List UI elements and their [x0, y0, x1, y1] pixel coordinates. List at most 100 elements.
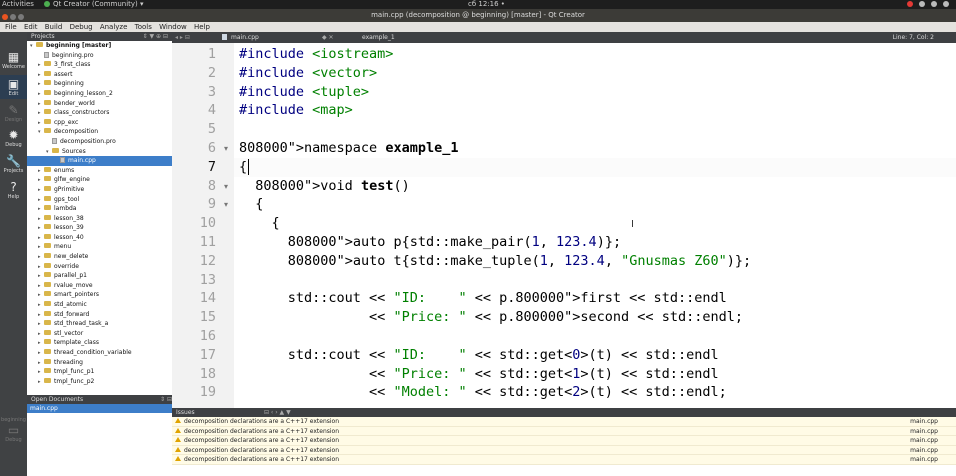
tree-item[interactable]: ▸ tmpl_func_p1 [27, 367, 172, 377]
tree-item[interactable]: ▸ override [27, 262, 172, 272]
open-documents-title[interactable]: Open Documents [31, 396, 83, 403]
tree-item[interactable]: ▸ cpp_exc [27, 118, 172, 128]
tree-item[interactable]: ▸ smart_pointers [27, 290, 172, 300]
issue-row[interactable]: decomposition declarations are a C++17 e… [172, 436, 956, 446]
code-line[interactable]: 808000">auto p{std::make_pair(1, 123.4)}… [239, 234, 621, 250]
code-line[interactable]: { [239, 158, 250, 175]
tree-item[interactable]: ▸ std_atomic [27, 300, 172, 310]
tree-item[interactable]: ▸ class_constructors [27, 108, 172, 118]
code-line[interactable]: << "Model: " << std::get<2>(t) << std::e… [239, 384, 727, 400]
menu-window[interactable]: Window [159, 23, 187, 31]
tree-item[interactable]: ▸ beginning_lesson_2 [27, 89, 172, 99]
tree-item[interactable]: ▸ assert [27, 70, 172, 80]
tree-item[interactable]: ▸ menu [27, 242, 172, 252]
fold-marker-icon[interactable]: ▾ [224, 200, 228, 209]
pane-controls[interactable]: ⇕ ▼ ⊕ ⊟ [143, 32, 168, 41]
folder-icon [44, 176, 51, 182]
tree-item[interactable]: ▸ glfw_engine [27, 175, 172, 185]
tree-item[interactable]: main.cpp [27, 156, 172, 166]
tree-item[interactable]: ▸ std_thread_task_a [27, 319, 172, 329]
tree-item-label: gPrimitive [54, 185, 85, 193]
open-document-item[interactable]: main.cpp [27, 404, 172, 413]
tree-item[interactable]: ▸ new_delete [27, 252, 172, 262]
activities-button[interactable]: Activities [2, 0, 34, 9]
tree-item[interactable]: beginning.pro [27, 51, 172, 61]
fold-marker-icon[interactable]: ▾ [224, 144, 228, 153]
file-selector[interactable]: main.cpp [222, 32, 259, 43]
tree-item[interactable]: ▾ Sources [27, 147, 172, 157]
tree-item[interactable]: ▾ beginning [master] [27, 41, 172, 51]
code-line[interactable]: std::cout << "ID: " << p.800000">first <… [239, 290, 727, 306]
mode-welcome[interactable]: ▦ Welcome [0, 50, 27, 70]
mode-design[interactable]: ✎ Design [0, 103, 27, 123]
projects-pane-title[interactable]: Projects [31, 33, 55, 40]
menu-edit[interactable]: Edit [24, 23, 38, 31]
code-line[interactable]: 808000">auto t{std::make_tuple(1, 123.4,… [239, 253, 751, 269]
mode-help[interactable]: ? Help [0, 180, 27, 200]
code-line[interactable]: #include <map> [239, 102, 353, 118]
code-line[interactable]: << "Price: " << p.800000">second << std:… [239, 309, 743, 325]
fold-marker-icon[interactable]: ▾ [224, 182, 228, 191]
tree-item[interactable]: ▸ lesson_40 [27, 233, 172, 243]
code-line[interactable]: << "Price: " << std::get<1>(t) << std::e… [239, 366, 719, 382]
tree-item[interactable]: ▸ stl_vector [27, 329, 172, 339]
code-line[interactable]: #include <iostream> [239, 46, 393, 62]
code-line[interactable]: 808000">void test() [239, 178, 409, 194]
clock[interactable]: сб 12:16 • [468, 0, 505, 9]
line-number: 4 [207, 102, 216, 119]
tree-item[interactable]: ▸ thread_condition_variable [27, 348, 172, 358]
tree-item[interactable]: ▸ 3_first_class [27, 60, 172, 70]
menu-build[interactable]: Build [45, 23, 63, 31]
pane-controls[interactable]: ⇕ ⊟ [160, 395, 172, 404]
app-menu[interactable]: Qt Creator (Community) ▾ [44, 0, 144, 9]
tree-item[interactable]: ▸ lesson_39 [27, 223, 172, 233]
menu-help[interactable]: Help [194, 23, 210, 31]
tree-item[interactable]: ▸ lesson_38 [27, 214, 172, 224]
menu-debug[interactable]: Debug [70, 23, 93, 31]
navigation-arrows[interactable]: ◂ ▸ ⊟ [175, 32, 190, 43]
issue-row[interactable]: decomposition declarations are a C++17 e… [172, 426, 956, 437]
tree-item[interactable]: ▸ enums [27, 166, 172, 176]
mouse-ibeam-cursor: I [631, 219, 634, 230]
code-line[interactable]: std::cout << "ID: " << std::get<0>(t) <<… [239, 347, 719, 363]
issue-row[interactable]: decomposition declarations are a C++17 e… [172, 417, 956, 427]
mode-edit[interactable]: ▣ Edit [0, 75, 27, 99]
issue-row[interactable]: decomposition declarations are a C++17 e… [172, 445, 956, 456]
tree-item[interactable]: ▸ rvalue_move [27, 281, 172, 291]
cursor-position[interactable]: Line: 7, Col: 2 [893, 32, 934, 43]
mode-projects[interactable]: 🔧 Projects [0, 154, 27, 174]
close-file-icon[interactable]: ◆ ✕ [322, 32, 334, 43]
tree-item[interactable]: ▸ threading [27, 358, 172, 368]
tree-item[interactable]: ▸ parallel_p1 [27, 271, 172, 281]
code-line[interactable]: #include <tuple> [239, 84, 369, 100]
tree-item[interactable]: ▸ std_forward [27, 310, 172, 320]
issues-filter-controls[interactable]: ⊟ ‹ › ▲ ▼ [264, 408, 291, 417]
tree-item[interactable]: ▸ beginning [27, 79, 172, 89]
mode-debug[interactable]: ✹ Debug [0, 128, 27, 148]
issue-row[interactable]: decomposition declarations are a C++17 e… [172, 455, 956, 465]
issue-text: decomposition declarations are a C++17 e… [184, 446, 340, 454]
menu-file[interactable]: File [5, 23, 17, 31]
tree-item[interactable]: decomposition.pro [27, 137, 172, 147]
kit-selector[interactable]: beginning ▭ Debug [0, 417, 27, 443]
code-area[interactable]: I #include <iostream> #include <vector> #i… [234, 43, 956, 408]
code-line[interactable]: 808000">namespace example_1 [239, 140, 458, 156]
tree-item-label: stl_vector [54, 329, 84, 337]
tree-item[interactable]: ▸ gPrimitive [27, 185, 172, 195]
tree-item[interactable]: ▸ tmpl_func_p2 [27, 377, 172, 387]
tree-item[interactable]: ▾ decomposition [27, 127, 172, 137]
code-line[interactable]: #include <vector> [239, 65, 377, 81]
line-number-gutter[interactable]: 1 2 3 4 5 6 ▾ 7 8 ▾ 9 ▾ 10 11 12 13 14 15 16 17 18 19 [172, 43, 234, 408]
tree-item[interactable]: ▸ gps_tool [27, 195, 172, 205]
line-number: 2 [207, 64, 216, 81]
tree-item-label: new_delete [54, 253, 89, 261]
symbol-selector[interactable]: example_1 [362, 32, 395, 43]
menu-tools[interactable]: Tools [135, 23, 152, 31]
tree-item[interactable]: ▸ template_class [27, 338, 172, 348]
tree-item[interactable]: ▸ bender_world [27, 99, 172, 109]
code-line[interactable]: { [239, 215, 280, 231]
menu-analyze[interactable]: Analyze [100, 23, 128, 31]
tree-item[interactable]: ▸ lambda [27, 204, 172, 214]
code-line[interactable]: { [239, 196, 263, 212]
issues-title[interactable]: Issues [176, 409, 195, 416]
